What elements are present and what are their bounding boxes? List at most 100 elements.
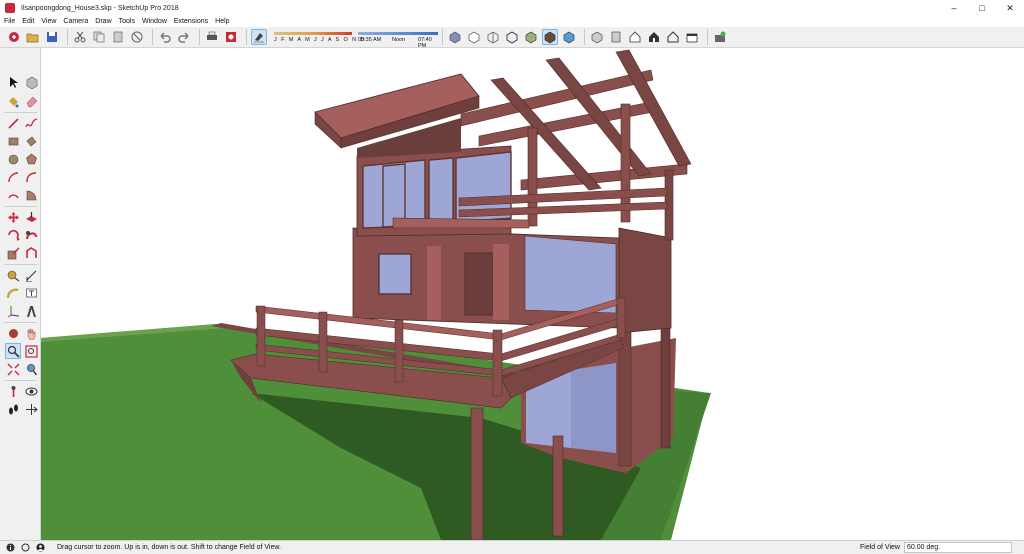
iso-view-icon[interactable] bbox=[589, 29, 605, 45]
xray-style-icon[interactable] bbox=[447, 29, 463, 45]
previous-view-icon[interactable] bbox=[24, 362, 38, 376]
eraser-icon[interactable] bbox=[24, 94, 38, 108]
paste-icon[interactable] bbox=[110, 29, 126, 45]
top-view-icon[interactable] bbox=[608, 29, 624, 45]
front-door bbox=[464, 252, 494, 316]
menu-window[interactable]: Window bbox=[142, 18, 167, 25]
measurements-input[interactable]: 60.00 deg. bbox=[904, 542, 1012, 553]
menu-file[interactable]: File bbox=[4, 18, 15, 25]
maximize-button[interactable]: □ bbox=[968, 0, 996, 16]
tool-separator bbox=[4, 380, 37, 381]
back-edges-icon[interactable] bbox=[466, 29, 482, 45]
wall-pilaster bbox=[493, 244, 509, 320]
copy-icon[interactable] bbox=[91, 29, 107, 45]
rotate-tool-icon[interactable] bbox=[6, 228, 20, 242]
push-pull-icon[interactable] bbox=[24, 210, 38, 224]
back-view-icon[interactable] bbox=[665, 29, 681, 45]
minimize-button[interactable]: – bbox=[940, 0, 968, 16]
paint-bucket-icon[interactable] bbox=[6, 94, 20, 108]
user-account-icon[interactable] bbox=[36, 543, 45, 552]
menu-extensions[interactable]: Extensions bbox=[174, 18, 208, 25]
cut-icon[interactable] bbox=[72, 29, 88, 45]
shadows-toggle-button[interactable] bbox=[251, 29, 267, 45]
deck-post bbox=[394, 319, 404, 383]
three-point-arc-icon[interactable] bbox=[6, 188, 20, 202]
ground-floor-window bbox=[571, 363, 616, 453]
walk-tool-icon[interactable] bbox=[6, 402, 20, 416]
wall-pilaster bbox=[427, 246, 441, 320]
third-floor-window bbox=[428, 157, 454, 227]
save-button[interactable] bbox=[44, 29, 60, 45]
wireframe-icon[interactable] bbox=[485, 29, 501, 45]
orbit-tool-icon[interactable] bbox=[6, 326, 20, 340]
toolbar-separator bbox=[199, 29, 200, 45]
undo-button[interactable] bbox=[157, 29, 173, 45]
rectangle-tool-icon[interactable] bbox=[6, 134, 20, 148]
zoom-tool-icon[interactable] bbox=[5, 343, 21, 359]
zoom-extents-icon[interactable] bbox=[6, 362, 20, 376]
pie-tool-icon[interactable] bbox=[24, 188, 38, 202]
make-component-icon[interactable] bbox=[24, 75, 38, 89]
axes-tool-icon[interactable] bbox=[6, 304, 20, 318]
freehand-icon[interactable] bbox=[24, 116, 38, 130]
arc-tool-icon[interactable] bbox=[6, 170, 20, 184]
menu-tools[interactable]: Tools bbox=[119, 18, 135, 25]
model-viewport[interactable] bbox=[41, 48, 1024, 540]
support-post bbox=[552, 435, 564, 537]
info-icon[interactable] bbox=[6, 543, 15, 552]
position-camera-icon[interactable] bbox=[6, 384, 20, 398]
two-point-arc-icon[interactable] bbox=[24, 170, 38, 184]
menu-bar: File Edit View Camera Draw Tools Window … bbox=[0, 16, 1024, 27]
erase-icon[interactable] bbox=[129, 29, 145, 45]
open-button[interactable] bbox=[25, 29, 41, 45]
support-post bbox=[470, 407, 484, 540]
offset-tool-icon[interactable] bbox=[24, 246, 38, 260]
scale-tool-icon[interactable] bbox=[6, 246, 20, 260]
protractor-icon[interactable] bbox=[6, 286, 20, 300]
dimension-tool-icon[interactable] bbox=[24, 268, 38, 282]
monochrome-icon[interactable] bbox=[561, 29, 577, 45]
time-noon-label: Noon bbox=[392, 37, 406, 43]
toolbar-separator bbox=[584, 29, 585, 45]
follow-me-icon[interactable] bbox=[24, 228, 38, 242]
zoom-window-icon[interactable] bbox=[24, 344, 38, 358]
model-info-icon[interactable] bbox=[223, 29, 239, 45]
tape-measure-icon[interactable] bbox=[6, 268, 20, 282]
menu-view[interactable]: View bbox=[41, 18, 56, 25]
redo-button[interactable] bbox=[176, 29, 192, 45]
move-tool-icon[interactable] bbox=[6, 210, 20, 224]
text-tool-icon[interactable] bbox=[24, 286, 38, 300]
menu-help[interactable]: Help bbox=[215, 18, 229, 25]
menu-edit[interactable]: Edit bbox=[22, 18, 34, 25]
deck-post bbox=[256, 305, 266, 367]
hidden-line-icon[interactable] bbox=[504, 29, 520, 45]
date-slider[interactable]: J F M A M J J A S O N D bbox=[274, 28, 364, 46]
close-button[interactable]: ✕ bbox=[996, 0, 1024, 16]
tool-separator bbox=[4, 322, 37, 323]
3d-text-icon[interactable] bbox=[24, 304, 38, 318]
pan-tool-icon[interactable] bbox=[24, 326, 38, 340]
new-model-button[interactable] bbox=[6, 29, 22, 45]
shaded-icon[interactable] bbox=[523, 29, 539, 45]
right-view-icon[interactable] bbox=[646, 29, 662, 45]
geo-location-icon[interactable] bbox=[21, 543, 30, 552]
rotated-rectangle-icon[interactable] bbox=[24, 134, 38, 148]
time-slider[interactable]: 05:35 AM Noon 07:40 PM bbox=[358, 28, 438, 49]
toolbar-separator bbox=[152, 29, 153, 45]
select-tool-icon[interactable] bbox=[6, 75, 20, 89]
circle-tool-icon[interactable] bbox=[6, 152, 20, 166]
extension-warehouse-icon[interactable] bbox=[712, 29, 728, 45]
menu-camera[interactable]: Camera bbox=[63, 18, 88, 25]
line-tool-icon[interactable] bbox=[6, 116, 20, 130]
section-plane-icon[interactable] bbox=[24, 402, 38, 416]
front-view-icon[interactable] bbox=[627, 29, 643, 45]
entrance-canopy bbox=[392, 217, 530, 229]
polygon-tool-icon[interactable] bbox=[24, 152, 38, 166]
shaded-textures-icon[interactable] bbox=[542, 29, 558, 45]
left-view-icon[interactable] bbox=[684, 29, 700, 45]
look-around-icon[interactable] bbox=[24, 384, 38, 398]
time-slider-track bbox=[358, 32, 438, 35]
tool-separator bbox=[4, 112, 37, 113]
print-button[interactable] bbox=[204, 29, 220, 45]
menu-draw[interactable]: Draw bbox=[95, 18, 111, 25]
